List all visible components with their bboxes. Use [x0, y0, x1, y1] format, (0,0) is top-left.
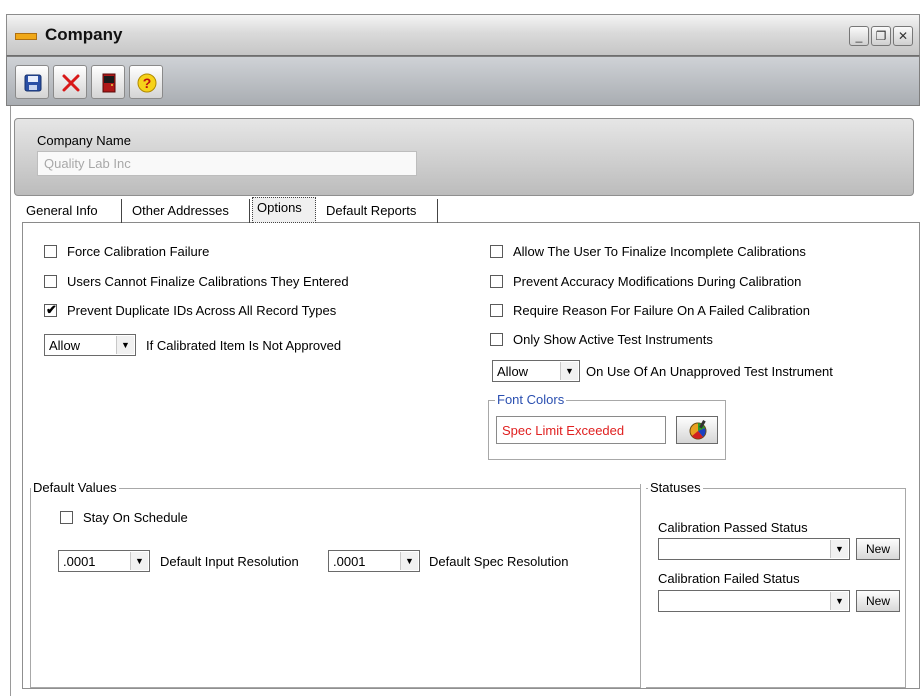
checkbox-box[interactable] — [490, 275, 503, 288]
users-cannot-finalize-checkbox[interactable]: Users Cannot Finalize Calibrations They … — [44, 274, 349, 289]
only-show-active-instruments-checkbox[interactable]: Only Show Active Test Instruments — [490, 332, 713, 347]
default-values-legend: Default Values — [31, 480, 119, 495]
toolbar: ? — [6, 56, 920, 106]
tab-general-info[interactable]: General Info — [22, 199, 122, 223]
color-palette-icon — [689, 420, 707, 440]
exit-button[interactable] — [91, 65, 125, 99]
checkbox-box[interactable]: ✔ — [44, 302, 57, 317]
spec-resolution-select[interactable]: .0001 ▼ — [328, 550, 420, 572]
calibration-failed-label: Calibration Failed Status — [658, 571, 800, 586]
stay-on-schedule-checkbox[interactable]: Stay On Schedule — [60, 510, 188, 525]
delete-button[interactable] — [53, 65, 87, 99]
checkbox-box[interactable] — [44, 275, 57, 288]
save-icon — [24, 74, 42, 92]
window-title: Company — [45, 25, 123, 44]
prevent-duplicate-ids-checkbox[interactable]: ✔ Prevent Duplicate IDs Across All Recor… — [44, 302, 337, 318]
statuses-legend: Statuses — [648, 480, 703, 495]
tab-strip: General Info Other Addresses Options Def… — [22, 197, 920, 223]
calibration-passed-label: Calibration Passed Status — [658, 520, 808, 535]
checkbox-box[interactable] — [44, 245, 57, 258]
chevron-down-icon[interactable]: ▼ — [130, 552, 148, 570]
force-calibration-failure-checkbox[interactable]: Force Calibration Failure — [44, 244, 209, 259]
statuses-divider — [640, 484, 641, 688]
chevron-down-icon[interactable]: ▼ — [400, 552, 418, 570]
check-mark-icon: ✔ — [46, 302, 57, 317]
chevron-down-icon[interactable]: ▼ — [560, 362, 578, 380]
app-icon — [15, 33, 37, 40]
chevron-down-icon[interactable]: ▼ — [830, 540, 848, 558]
title-bar[interactable]: Company _ ❐ ✕ — [6, 14, 920, 56]
unapproved-instrument-label: On Use Of An Unapproved Test Instrument — [586, 364, 833, 379]
tab-options[interactable]: Options — [252, 197, 316, 223]
new-failed-status-button[interactable]: New — [856, 590, 900, 612]
select-value: .0001 — [333, 554, 366, 569]
statuses-group: Statuses — [646, 480, 906, 688]
door-icon — [102, 73, 116, 93]
tab-other-addresses[interactable]: Other Addresses — [128, 199, 250, 223]
chevron-down-icon[interactable]: ▼ — [116, 336, 134, 354]
restore-button[interactable]: ❐ — [871, 26, 891, 46]
help-button[interactable]: ? — [129, 65, 163, 99]
spec-limit-sample: Spec Limit Exceeded — [496, 416, 666, 444]
checkbox-label: Force Calibration Failure — [67, 244, 210, 259]
checkbox-box[interactable] — [490, 245, 503, 258]
tab-default-reports[interactable]: Default Reports — [322, 199, 438, 223]
allow-finalize-incomplete-checkbox[interactable]: Allow The User To Finalize Incomplete Ca… — [490, 244, 806, 259]
checkbox-box[interactable] — [490, 304, 503, 317]
checkbox-label: Prevent Duplicate IDs Across All Record … — [67, 303, 337, 318]
minimize-button[interactable]: _ — [849, 26, 869, 46]
checkbox-label: Users Cannot Finalize Calibrations They … — [67, 274, 349, 289]
close-icon — [62, 74, 80, 92]
select-value: Allow — [497, 364, 529, 379]
help-icon: ? — [137, 73, 157, 93]
unapproved-instrument-select[interactable]: Allow ▼ — [492, 360, 580, 382]
close-window-button[interactable]: ✕ — [893, 26, 913, 46]
checkbox-label: Require Reason For Failure On A Failed C… — [513, 303, 810, 318]
checkbox-label: Allow The User To Finalize Incomplete Ca… — [513, 244, 806, 259]
checkbox-label: Stay On Schedule — [83, 510, 188, 525]
select-value: Allow — [49, 338, 81, 353]
checkbox-label: Only Show Active Test Instruments — [513, 332, 713, 347]
save-button[interactable] — [15, 65, 49, 99]
checkbox-box[interactable] — [490, 333, 503, 346]
calibration-passed-select[interactable]: ▼ — [658, 538, 850, 560]
not-approved-select[interactable]: Allow ▼ — [44, 334, 136, 356]
svg-text:?: ? — [143, 75, 152, 91]
require-reason-for-failure-checkbox[interactable]: Require Reason For Failure On A Failed C… — [490, 303, 810, 318]
font-colors-legend: Font Colors — [495, 392, 567, 407]
checkbox-box[interactable] — [60, 511, 73, 524]
chevron-down-icon[interactable]: ▼ — [830, 592, 848, 610]
company-name-input[interactable]: Quality Lab Inc — [37, 151, 417, 176]
company-name-panel: Company Name Quality Lab Inc — [14, 118, 914, 196]
input-resolution-select[interactable]: .0001 ▼ — [58, 550, 150, 572]
new-passed-status-button[interactable]: New — [856, 538, 900, 560]
color-picker-button[interactable] — [676, 416, 718, 444]
spec-resolution-label: Default Spec Resolution — [429, 554, 569, 569]
select-value: .0001 — [63, 554, 96, 569]
company-window: Company _ ❐ ✕ ? Company Name Quality Lab… — [0, 0, 920, 696]
checkbox-label: Prevent Accuracy Modifications During Ca… — [513, 274, 802, 289]
input-resolution-label: Default Input Resolution — [160, 554, 299, 569]
calibration-failed-select[interactable]: ▼ — [658, 590, 850, 612]
company-name-label: Company Name — [37, 133, 131, 148]
prevent-accuracy-modifications-checkbox[interactable]: Prevent Accuracy Modifications During Ca… — [490, 274, 801, 289]
not-approved-label: If Calibrated Item Is Not Approved — [146, 338, 342, 353]
